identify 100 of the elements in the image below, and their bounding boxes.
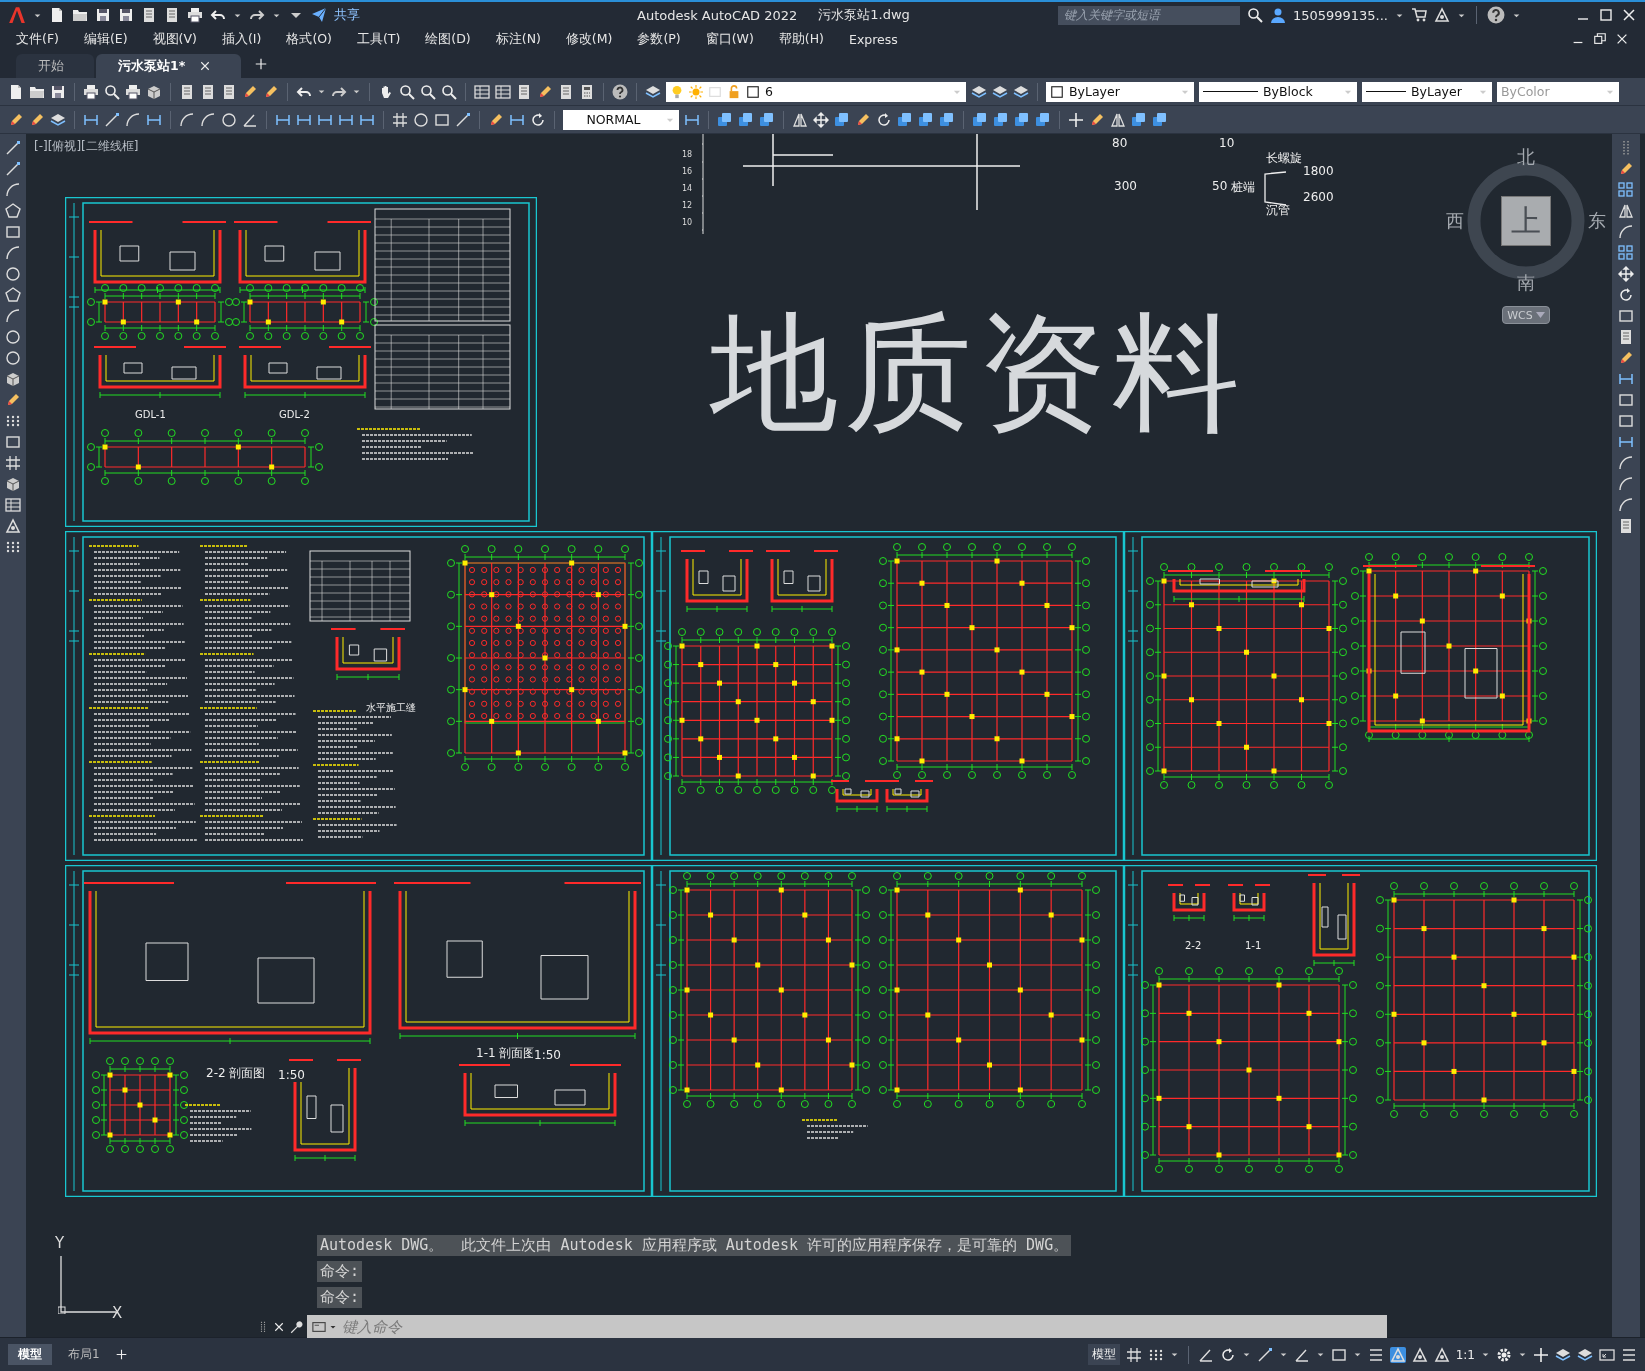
arc-icon[interactable] [5, 308, 21, 324]
pencil-icon[interactable] [263, 83, 279, 100]
plus-icon[interactable] [1533, 1346, 1549, 1363]
stacked-squares-icon[interactable] [897, 111, 913, 128]
menu-item[interactable]: 编辑(E) [83, 30, 128, 48]
caret-icon[interactable] [1241, 1350, 1251, 1359]
grid-icon[interactable] [5, 455, 21, 471]
cube-icon[interactable] [5, 476, 21, 492]
pencil-icon[interactable] [537, 83, 553, 100]
folder-icon[interactable] [72, 7, 88, 23]
sheet-icon[interactable] [221, 83, 237, 100]
printer-icon[interactable] [187, 7, 203, 23]
layer-dropdown[interactable]: 6 [666, 81, 966, 102]
file-tab[interactable]: 开始 [16, 54, 94, 78]
menu-item[interactable]: Express [849, 31, 898, 47]
rotate-icon[interactable] [876, 111, 892, 128]
magnifier-icon[interactable] [399, 83, 415, 100]
caret-icon[interactable] [352, 87, 361, 96]
fullscreen-icon[interactable] [1599, 1346, 1615, 1363]
stacked-squares-icon[interactable] [918, 111, 934, 128]
triangle-icon[interactable] [1433, 1346, 1450, 1363]
square-icon[interactable] [1050, 84, 1064, 99]
pencil-icon[interactable] [1618, 350, 1634, 366]
arc-icon[interactable] [1618, 497, 1634, 513]
stacked-squares-icon[interactable] [939, 111, 955, 128]
help-icon[interactable] [612, 83, 628, 100]
model-space-button[interactable]: 模型 [1087, 1344, 1120, 1365]
settings-icon[interactable] [1496, 1346, 1512, 1363]
arc-icon[interactable] [1618, 476, 1634, 492]
cube-icon[interactable] [5, 371, 21, 387]
layers-icon[interactable] [971, 83, 987, 100]
polygon-icon[interactable] [5, 203, 21, 219]
paper-plane-icon[interactable] [311, 7, 327, 23]
table-icon[interactable] [5, 497, 21, 513]
arc-icon[interactable] [125, 111, 141, 128]
stacked-squares-icon[interactable] [1131, 111, 1147, 128]
search-field[interactable]: 键入关键字或短语 [1057, 5, 1240, 25]
arc-icon[interactable] [5, 245, 21, 261]
caret-icon[interactable] [1518, 1350, 1527, 1359]
cube-icon[interactable] [146, 83, 162, 100]
plus-icon[interactable] [115, 1349, 127, 1360]
arc-icon[interactable] [179, 111, 195, 128]
compass-west[interactable]: 西 [1446, 209, 1464, 233]
sheet-icon[interactable] [516, 83, 532, 100]
stacked-squares-icon[interactable] [717, 111, 733, 128]
triangle-icon[interactable] [1389, 1346, 1406, 1363]
layers-icon[interactable] [645, 83, 661, 100]
lineweight-dropdown[interactable]: ByLayer [1362, 81, 1492, 102]
sheet-icon[interactable] [141, 7, 157, 23]
polygon-icon[interactable] [5, 287, 21, 303]
caret-icon[interactable] [1315, 1350, 1325, 1359]
compass-east[interactable]: 东 [1588, 209, 1606, 233]
line-icon[interactable] [1256, 1346, 1273, 1363]
compass-north[interactable]: 北 [1517, 145, 1535, 169]
menu-item[interactable]: 绘图(D) [425, 30, 471, 48]
magnifier-icon[interactable] [441, 83, 457, 100]
menu-icon[interactable] [1621, 1346, 1637, 1363]
menu-item[interactable]: 参数(P) [637, 30, 681, 48]
caret-icon[interactable] [317, 87, 326, 96]
stacked-squares-icon[interactable] [1152, 111, 1168, 128]
circle-icon[interactable] [5, 350, 21, 366]
move-arrows-icon[interactable] [1618, 266, 1634, 282]
pencil-icon[interactable] [1089, 111, 1105, 128]
line-icon[interactable] [5, 140, 21, 156]
rotate-icon[interactable] [530, 111, 546, 128]
stacked-squares-icon[interactable] [834, 111, 850, 128]
maximize-icon[interactable] [1598, 7, 1614, 23]
rotate-icon[interactable] [1219, 1346, 1236, 1363]
sheet-icon[interactable] [179, 83, 195, 100]
triangle-icon[interactable] [1411, 1346, 1428, 1363]
triangle-icon[interactable] [1434, 7, 1450, 23]
line-icon[interactable] [455, 111, 471, 128]
dot-grid-icon[interactable] [5, 413, 21, 429]
close-icon[interactable] [273, 1320, 285, 1333]
circle-icon[interactable] [413, 111, 429, 128]
pencil-icon[interactable] [855, 111, 871, 128]
share-button[interactable]: 共享 [334, 6, 360, 24]
square-icon[interactable] [746, 84, 760, 99]
stacked-squares-icon[interactable] [738, 111, 754, 128]
array-icon[interactable] [1618, 182, 1634, 198]
pencil-icon[interactable] [242, 83, 258, 100]
grid-icon[interactable] [1125, 1346, 1142, 1363]
pencil-icon[interactable] [8, 111, 24, 128]
stacked-squares-icon[interactable] [972, 111, 988, 128]
user-icon[interactable] [1269, 7, 1286, 23]
dot-grid-icon[interactable] [5, 539, 21, 555]
close-icon[interactable] [199, 60, 212, 72]
caret-icon[interactable] [1278, 1350, 1288, 1359]
dimension-style-dropdown[interactable]: NORMAL [563, 109, 679, 130]
wrench-icon[interactable] [289, 1319, 303, 1334]
pencil-icon[interactable] [488, 111, 504, 128]
menu-item[interactable]: 帮助(H) [778, 30, 824, 48]
sheet-icon[interactable] [200, 83, 216, 100]
pencil-icon[interactable] [1618, 161, 1634, 177]
cart-icon[interactable] [1411, 7, 1427, 23]
sheet-icon[interactable] [1618, 518, 1634, 534]
grid-icon[interactable] [392, 111, 408, 128]
rectangle-icon[interactable] [1618, 392, 1634, 408]
magnifier-icon[interactable] [104, 83, 120, 100]
pencil-icon[interactable] [29, 111, 45, 128]
